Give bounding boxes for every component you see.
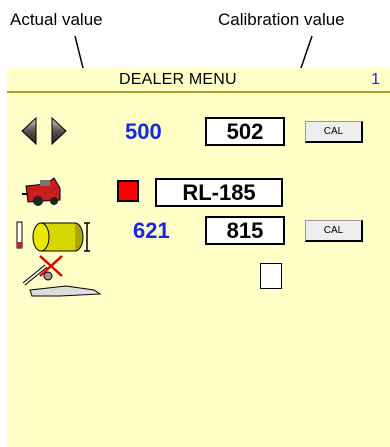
bale-diameter-icon xyxy=(16,221,90,252)
steering-arrows-icon xyxy=(21,117,67,145)
model-value[interactable]: RL-185 xyxy=(155,178,283,207)
actual-value-2: 621 xyxy=(133,218,170,243)
actual-value-1: 500 xyxy=(125,119,162,144)
status-indicator-red xyxy=(117,180,139,202)
calibration-value-1[interactable]: 502 xyxy=(205,117,285,146)
cal-button-1[interactable]: CAL xyxy=(305,121,363,143)
baler-icon xyxy=(22,177,61,206)
cal-button-2[interactable]: CAL xyxy=(305,220,363,242)
dealer-menu-screen: DEALER MENU 1 500 502 CAL RL-185 621 815… xyxy=(7,68,390,447)
calibration-value-2[interactable]: 815 xyxy=(205,216,285,245)
title-divider xyxy=(7,91,390,93)
page-number: 1 xyxy=(371,71,380,88)
menu-title: DEALER MENU xyxy=(119,71,237,88)
disabled-tool-icon xyxy=(22,255,102,297)
enable-checkbox[interactable] xyxy=(260,263,282,289)
